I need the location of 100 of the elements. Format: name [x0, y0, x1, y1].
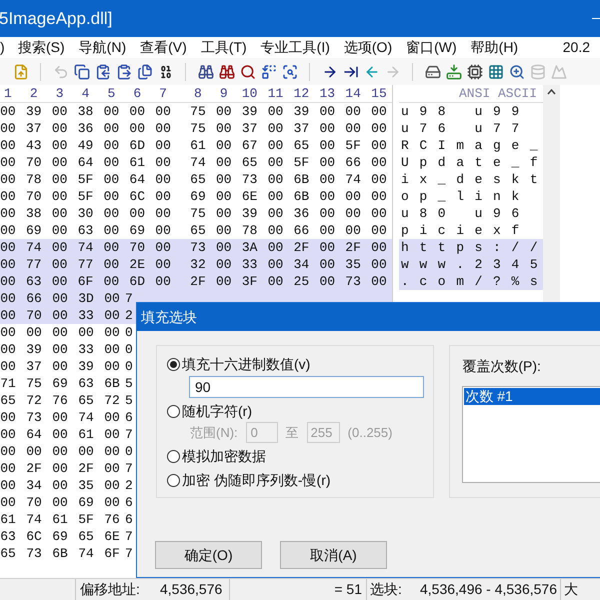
hex-cell-text: 5: [125, 374, 134, 393]
hex-cell-text: 70: [24, 154, 43, 172]
hex-cell-text: 38: [24, 204, 43, 223]
column-number: 15: [370, 85, 388, 103]
menu-item[interactable]: ): [0, 37, 18, 58]
radio-button[interactable]: [167, 474, 180, 486]
column-number: 14: [344, 85, 362, 103]
hex-cell-text: 3F: [240, 272, 258, 291]
hex-cell-text: 00: [266, 256, 284, 274]
radio-button[interactable]: [167, 404, 180, 418]
dialog-button[interactable]: 取消(A): [280, 541, 387, 569]
hex-cell-text: 00: [51, 494, 69, 512]
clipboard-icon[interactable]: [94, 64, 110, 80]
column-number: 8: [193, 85, 203, 103]
hex-cell-text: 6F: [76, 272, 94, 291]
hex-cell-text: 6C: [25, 528, 43, 546]
hex-cell-text: 37: [24, 120, 43, 138]
grid-icon[interactable]: [488, 64, 504, 80]
dialog-button[interactable]: 确定(O): [155, 541, 262, 569]
hex-cell-text: 00: [215, 188, 233, 206]
hex-cell-text: 66: [292, 222, 310, 240]
scan-icon[interactable]: [282, 64, 298, 80]
hex-cell-text: 74: [76, 238, 94, 257]
hex-cell-text: 69: [51, 374, 69, 393]
replace-icon[interactable]: [260, 64, 276, 80]
hex-cell-text: 00: [51, 358, 69, 376]
passes-list[interactable]: 次数 #1: [462, 386, 600, 483]
menu-item[interactable]: 工具(T): [200, 37, 261, 58]
hex-cell-text: 63: [0, 528, 17, 546]
hex-cell-text: 2E: [128, 256, 146, 274]
option-label: 加密 伪随即序列数-慢(r): [182, 470, 331, 490]
range-hint: (0..255): [348, 424, 392, 442]
hex-cell-text: 00: [77, 442, 95, 461]
hex-cell-text: 00: [215, 170, 233, 189]
hex-cell-text: 65: [240, 154, 258, 172]
copy-icon[interactable]: [74, 64, 90, 80]
hex-cell-text: 6: [125, 408, 134, 427]
hex-cell-text: 00: [0, 460, 17, 478]
menu-item[interactable]: 搜索(S): [18, 37, 79, 58]
hex-cell-text: 39: [25, 340, 43, 359]
menu-item[interactable]: 导航(N): [78, 37, 140, 58]
hex-cell-text: 00: [215, 136, 233, 155]
hex-cell-text: 00: [154, 222, 172, 240]
option-label: 随机字符(r): [182, 402, 252, 421]
chip-icon[interactable]: [466, 64, 482, 80]
hex-cell-text: 00: [51, 476, 69, 495]
hex-cell-text: 00: [318, 256, 336, 274]
hex-cell-text: 6F: [103, 544, 121, 563]
hex-cell-text: 69: [51, 528, 69, 546]
binoculars-icon[interactable]: [198, 64, 214, 80]
option-label: 填充十六进制数值(v): [182, 354, 310, 374]
ascii-text: u 8 0 u 9 6: [400, 204, 521, 223]
hex-cell-text: 00: [51, 442, 69, 461]
hex-cell-text: 32: [189, 256, 207, 274]
arrow-to-line-icon[interactable]: [342, 64, 358, 80]
arrow-left-icon[interactable]: [364, 64, 380, 80]
hex-value-field[interactable]: 90: [189, 376, 424, 398]
hard-drive-icon[interactable]: [446, 64, 462, 80]
hex-cell-text: 00: [103, 290, 121, 308]
hex-cell-text: 00: [51, 290, 69, 308]
hex-cell-text: 69: [189, 188, 207, 206]
hex-cell-text: 00: [370, 204, 388, 223]
menu-item[interactable]: 选项(O): [344, 37, 406, 58]
pass-item[interactable]: 次数 #1: [464, 388, 600, 405]
magnifier-icon[interactable]: [508, 64, 524, 80]
passes-label: 覆盖次数(P):: [462, 357, 542, 376]
hex-cell-text: 00: [103, 340, 121, 359]
hex-cell-text: 00: [50, 238, 68, 257]
files-icon[interactable]: [136, 64, 152, 80]
hex-cell-text: 00: [50, 204, 68, 223]
hex-cell-text: 39: [240, 102, 258, 121]
binoculars-icon[interactable]: [218, 64, 234, 80]
hex-cell-text: 77: [24, 256, 43, 274]
hex-cell-text: 00: [370, 170, 388, 189]
hex-cell-text: 00: [154, 154, 172, 172]
menu-item[interactable]: 帮助(H): [470, 37, 532, 58]
menu-item[interactable]: 窗口(W): [406, 37, 471, 58]
hex-cell-text: 63: [77, 374, 95, 393]
paste-icon[interactable]: [116, 64, 132, 80]
hex-cell-text: 00: [102, 154, 120, 172]
hex-cell-text: 00: [51, 408, 69, 427]
hex-cell-text: 63: [76, 222, 94, 240]
hex-cell-text: 00: [370, 238, 388, 257]
radio-button[interactable]: [167, 358, 180, 370]
search-icon[interactable]: [240, 64, 256, 80]
radio-button[interactable]: [167, 450, 180, 462]
menu-item[interactable]: 专业工具(I): [260, 37, 344, 58]
scroll-up-icon[interactable]: [547, 89, 556, 95]
hex-cell-text: 5F: [76, 170, 94, 189]
hex-cell-text: 65: [189, 170, 207, 189]
hard-drive-icon[interactable]: [424, 64, 440, 80]
hex-cell-text: 00: [370, 272, 388, 291]
hex-cell-text: 74: [77, 544, 95, 563]
hex-cell-text: 00: [344, 188, 362, 206]
hex-cell-text: 64: [25, 426, 43, 444]
menu-item[interactable]: 查看(V): [140, 37, 201, 58]
hex-cell-text: 70: [24, 188, 43, 206]
hex-cell-text: 00: [103, 408, 121, 427]
arrow-right-icon[interactable]: [322, 64, 338, 80]
hex-cell-text: 71: [0, 374, 17, 393]
